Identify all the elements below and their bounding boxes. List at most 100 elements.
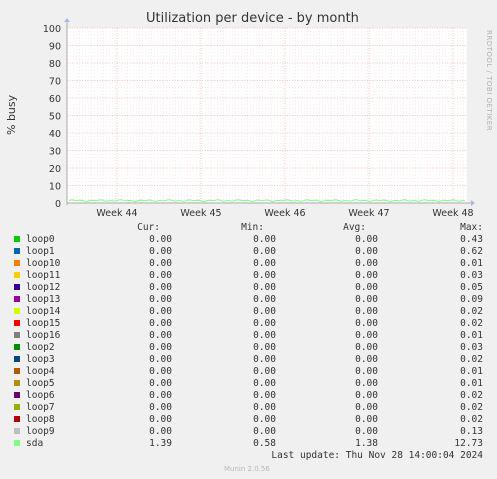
legend-swatch bbox=[14, 284, 20, 290]
legend-row-loop10: loop10 0.00 0.00 0.00 0.01 bbox=[0, 258, 497, 270]
legend-value-min: 0.00 bbox=[253, 402, 276, 413]
legend-value-min: 0.00 bbox=[253, 354, 276, 365]
legend-value-max: 0.02 bbox=[460, 414, 483, 425]
legend-value-cur: 0.00 bbox=[149, 426, 172, 437]
chart-plot: 0 10 20 30 40 50 60 70 80 90 100 Week 44 Week 45 Week… bbox=[43, 18, 475, 219]
legend-header-row: Cur: Min: Avg: Max: bbox=[0, 222, 497, 234]
legend-value-avg: 0.00 bbox=[355, 354, 378, 365]
legend-value-max: 0.02 bbox=[460, 390, 483, 401]
legend-value-avg: 0.00 bbox=[355, 258, 378, 269]
legend-row-loop1: loop1 0.00 0.00 0.00 0.62 bbox=[0, 246, 497, 258]
y-axis-arrow bbox=[64, 18, 70, 22]
x-tick-label: Week 47 bbox=[348, 208, 389, 219]
legend-value-max: 0.01 bbox=[460, 330, 483, 341]
legend-value-max: 0.02 bbox=[460, 318, 483, 329]
legend-row-loop7: loop7 0.00 0.00 0.00 0.02 bbox=[0, 402, 497, 414]
legend-value-min: 0.00 bbox=[253, 366, 276, 377]
legend-value-avg: 0.00 bbox=[355, 366, 378, 377]
legend-value-avg: 0.00 bbox=[355, 330, 378, 341]
legend-swatch bbox=[14, 272, 20, 278]
y-tick-label: 0 bbox=[55, 199, 61, 210]
legend-header-cur: Cur: bbox=[137, 222, 160, 233]
legend-series-name: loop7 bbox=[26, 402, 55, 413]
legend-value-avg: 0.00 bbox=[355, 426, 378, 437]
legend-series-name: loop3 bbox=[26, 354, 55, 365]
legend-swatch bbox=[14, 428, 20, 434]
legend-row-loop11: loop11 0.00 0.00 0.00 0.03 bbox=[0, 270, 497, 282]
legend-value-cur: 0.00 bbox=[149, 318, 172, 329]
legend-value-min: 0.00 bbox=[253, 234, 276, 245]
legend-row-sda: sda 1.39 0.58 1.38 12.73 bbox=[0, 438, 497, 450]
legend-value-cur: 0.00 bbox=[149, 378, 172, 389]
legend-series-name: loop6 bbox=[26, 390, 55, 401]
legend-value-cur: 0.00 bbox=[149, 354, 172, 365]
legend-value-cur: 0.00 bbox=[149, 246, 172, 257]
legend-value-min: 0.00 bbox=[253, 306, 276, 317]
legend-value-avg: 0.00 bbox=[355, 246, 378, 257]
legend-value-avg: 0.00 bbox=[355, 390, 378, 401]
legend-value-min: 0.00 bbox=[253, 330, 276, 341]
y-tick-label: 100 bbox=[43, 24, 61, 35]
legend-value-min: 0.00 bbox=[253, 318, 276, 329]
legend-value-max: 0.62 bbox=[460, 246, 483, 257]
last-update: Last update: Thu Nov 28 14:00:04 2024 bbox=[271, 450, 483, 461]
legend-series-name: loop10 bbox=[26, 258, 61, 269]
legend-value-cur: 0.00 bbox=[149, 258, 172, 269]
legend-series-name: loop13 bbox=[26, 294, 61, 305]
legend-header-max: Max: bbox=[460, 222, 483, 233]
legend-value-min: 0.00 bbox=[253, 294, 276, 305]
legend-value-cur: 0.00 bbox=[149, 330, 172, 341]
legend-series-name: loop1 bbox=[26, 246, 55, 257]
legend: Cur: Min: Avg: Max: loop0 0.00 0.00 0.00 0.4… bbox=[0, 222, 497, 450]
legend-row-loop16: loop16 0.00 0.00 0.00 0.01 bbox=[0, 330, 497, 342]
legend-value-max: 0.13 bbox=[460, 426, 483, 437]
legend-value-max: 0.01 bbox=[460, 378, 483, 389]
y-tick-label: 30 bbox=[49, 147, 61, 158]
x-axis-arrow bbox=[471, 200, 475, 206]
legend-row-loop9: loop9 0.00 0.00 0.00 0.13 bbox=[0, 426, 497, 438]
legend-value-max: 0.02 bbox=[460, 402, 483, 413]
legend-value-cur: 0.00 bbox=[149, 282, 172, 293]
legend-value-max: 0.01 bbox=[460, 258, 483, 269]
legend-swatch bbox=[14, 344, 20, 350]
legend-value-max: 0.09 bbox=[460, 294, 483, 305]
legend-swatch bbox=[14, 368, 20, 374]
legend-value-cur: 0.00 bbox=[149, 270, 172, 281]
legend-swatch bbox=[14, 416, 20, 422]
legend-series-name: loop9 bbox=[26, 426, 55, 437]
legend-value-min: 0.00 bbox=[253, 270, 276, 281]
y-tick-label: 90 bbox=[49, 42, 61, 53]
legend-value-min: 0.00 bbox=[253, 390, 276, 401]
legend-row-loop4: loop4 0.00 0.00 0.00 0.01 bbox=[0, 366, 497, 378]
legend-swatch bbox=[14, 332, 20, 338]
legend-value-cur: 0.00 bbox=[149, 306, 172, 317]
legend-value-avg: 0.00 bbox=[355, 282, 378, 293]
legend-value-cur: 0.00 bbox=[149, 342, 172, 353]
legend-value-avg: 0.00 bbox=[355, 234, 378, 245]
y-tick-label: 20 bbox=[49, 164, 61, 175]
x-tick-label: Week 45 bbox=[180, 208, 221, 219]
legend-series-name: loop5 bbox=[26, 378, 55, 389]
legend-value-cur: 0.00 bbox=[149, 414, 172, 425]
legend-value-avg: 0.00 bbox=[355, 378, 378, 389]
legend-value-max: 0.05 bbox=[460, 282, 483, 293]
y-tick-label: 60 bbox=[49, 94, 61, 105]
legend-value-max: 0.03 bbox=[460, 270, 483, 281]
legend-series-name: loop11 bbox=[26, 270, 61, 281]
legend-row-loop0: loop0 0.00 0.00 0.00 0.43 bbox=[0, 234, 497, 246]
legend-value-max: 0.02 bbox=[460, 354, 483, 365]
legend-value-min: 0.00 bbox=[253, 246, 276, 257]
munin-version: Munin 2.0.56 bbox=[224, 465, 270, 473]
y-tick-label: 50 bbox=[49, 112, 61, 123]
legend-value-avg: 0.00 bbox=[355, 318, 378, 329]
y-tick-label: 40 bbox=[49, 129, 61, 140]
legend-swatch bbox=[14, 392, 20, 398]
legend-series-name: loop4 bbox=[26, 366, 55, 377]
legend-row-loop8: loop8 0.00 0.00 0.00 0.02 bbox=[0, 414, 497, 426]
legend-swatch bbox=[14, 296, 20, 302]
legend-swatch bbox=[14, 236, 20, 242]
legend-swatch bbox=[14, 380, 20, 386]
legend-series-name: loop2 bbox=[26, 342, 55, 353]
legend-swatch bbox=[14, 440, 20, 446]
legend-swatch bbox=[14, 248, 20, 254]
